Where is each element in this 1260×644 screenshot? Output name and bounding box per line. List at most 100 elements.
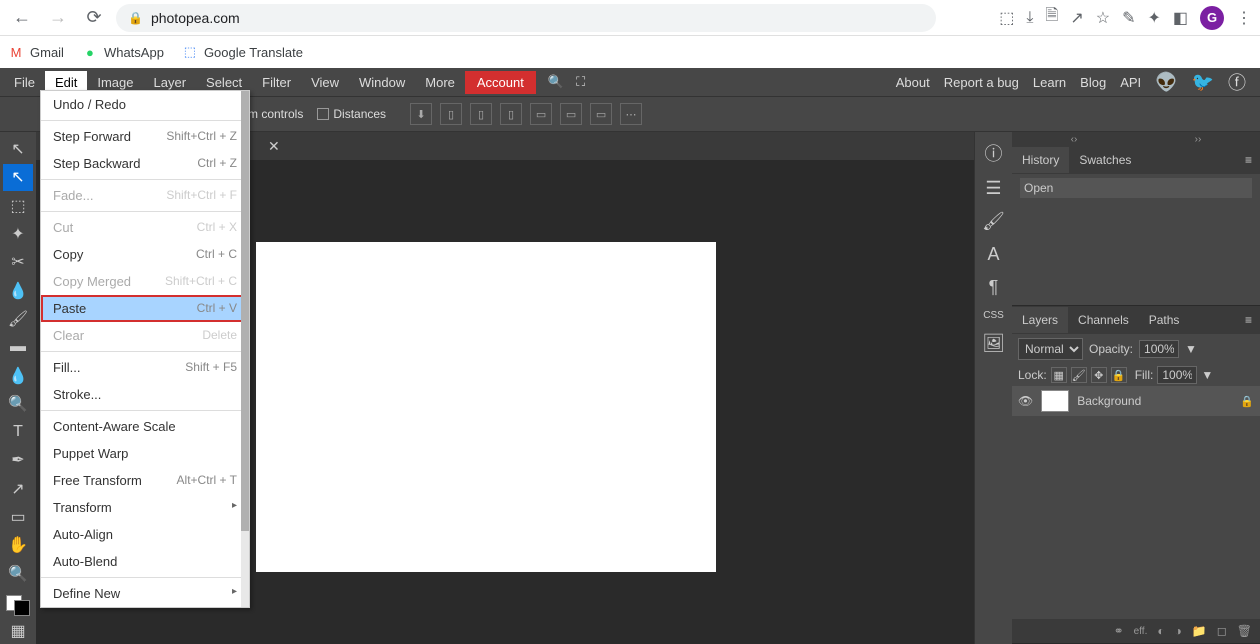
align-bottom-icon[interactable]: ▭: [590, 103, 612, 125]
text-tool[interactable]: T: [3, 419, 33, 445]
effects-icon[interactable]: eff.: [1134, 626, 1148, 637]
tab-history[interactable]: History: [1012, 147, 1069, 173]
menu-item-step-forward[interactable]: Step ForwardShift+Ctrl + Z: [41, 123, 249, 150]
bookmark-gmail[interactable]: M Gmail: [8, 44, 64, 60]
adjustments-panel-icon[interactable]: ☰: [985, 178, 1001, 199]
pen-tool[interactable]: ✒: [3, 447, 33, 473]
brush-panel-icon[interactable]: 🖌: [982, 211, 1005, 232]
menu-item-paste[interactable]: PasteCtrl + V: [41, 295, 249, 322]
fill-input[interactable]: [1157, 366, 1197, 384]
tab-swatches[interactable]: Swatches: [1069, 147, 1141, 173]
align-top-icon[interactable]: ▭: [530, 103, 552, 125]
crop-tool[interactable]: ✂: [3, 249, 33, 275]
quickmask-tool[interactable]: ▦: [3, 618, 33, 644]
tab-paths[interactable]: Paths: [1139, 307, 1190, 333]
history-item[interactable]: Open: [1020, 178, 1252, 198]
align-middle-icon[interactable]: ▭: [560, 103, 582, 125]
folder-icon[interactable]: 📁: [1192, 624, 1207, 638]
menu-item-fill-[interactable]: Fill...Shift + F5: [41, 354, 249, 381]
align-center-icon[interactable]: ▯: [470, 103, 492, 125]
mask-icon[interactable]: ◐: [1157, 624, 1164, 638]
tab-channels[interactable]: Channels: [1068, 307, 1139, 333]
link-about[interactable]: About: [896, 75, 930, 90]
bookmark-whatsapp[interactable]: ● WhatsApp: [82, 44, 164, 60]
menu-item-content-aware-scale[interactable]: Content-Aware Scale: [41, 413, 249, 440]
menu-view[interactable]: View: [301, 71, 349, 94]
forward-button[interactable]: →: [44, 4, 72, 32]
kebab-menu-icon[interactable]: ⋮: [1236, 8, 1252, 28]
distribute-icon[interactable]: ⋯: [620, 103, 642, 125]
paragraph-panel-icon[interactable]: ¶: [989, 277, 999, 298]
link-layers-icon[interactable]: ⚭: [1114, 624, 1124, 638]
image-panel-icon[interactable]: 🖼: [982, 333, 1005, 354]
new-layer-icon[interactable]: ◻: [1217, 624, 1227, 638]
menu-item-define-new[interactable]: Define New▸: [41, 580, 249, 607]
distances-option[interactable]: Distances: [317, 107, 386, 121]
hand-tool[interactable]: ✋: [3, 532, 33, 558]
search-icon[interactable]: 🔍: [548, 74, 564, 90]
facebook-icon[interactable]: ⓕ: [1228, 69, 1246, 95]
menu-item-auto-align[interactable]: Auto-Align: [41, 521, 249, 548]
menu-item-copy[interactable]: CopyCtrl + C: [41, 241, 249, 268]
share-icon[interactable]: ↗: [1070, 8, 1083, 28]
brush-tool[interactable]: 🖌: [3, 306, 33, 332]
gradient-tool[interactable]: ▬: [3, 334, 33, 360]
lock-position-icon[interactable]: ✥: [1091, 367, 1107, 383]
sidepanel-icon[interactable]: ◧: [1173, 8, 1188, 28]
menu-item-step-backward[interactable]: Step BackwardCtrl + Z: [41, 150, 249, 177]
lock-pixels-icon[interactable]: 🖌: [1071, 367, 1087, 383]
menu-item-transform[interactable]: Transform▸: [41, 494, 249, 521]
bookmark-star-icon[interactable]: ☆: [1096, 8, 1110, 28]
path-tool[interactable]: ↗: [3, 476, 33, 502]
link-blog[interactable]: Blog: [1080, 75, 1106, 90]
artboard-tool[interactable]: ↖: [3, 164, 33, 190]
adjustment-icon[interactable]: ◑: [1175, 624, 1182, 638]
link-api[interactable]: API: [1120, 75, 1141, 90]
menu-item-auto-blend[interactable]: Auto-Blend: [41, 548, 249, 575]
blend-mode-select[interactable]: Normal: [1018, 338, 1083, 360]
align-right-icon[interactable]: ▯: [500, 103, 522, 125]
visibility-icon[interactable]: 👁: [1018, 394, 1033, 408]
menu-account[interactable]: Account: [465, 71, 536, 94]
menu-window[interactable]: Window: [349, 71, 415, 94]
character-panel-icon[interactable]: A: [987, 244, 999, 265]
css-panel-icon[interactable]: CSS: [983, 310, 1004, 321]
background-color[interactable]: [14, 600, 30, 616]
lock-transparent-icon[interactable]: ▦: [1051, 367, 1067, 383]
extensions-icon[interactable]: ✦: [1147, 8, 1160, 28]
blur-tool[interactable]: 💧: [3, 362, 33, 388]
link-learn[interactable]: Learn: [1033, 75, 1066, 90]
avatar[interactable]: G: [1200, 6, 1224, 30]
twitter-icon[interactable]: 🐦: [1192, 72, 1214, 93]
shape-tool[interactable]: ▭: [3, 504, 33, 530]
delete-layer-icon[interactable]: 🗑: [1237, 624, 1252, 638]
reload-button[interactable]: ⟳: [80, 4, 108, 32]
eyedropper-tool[interactable]: 💧: [3, 277, 33, 303]
dropdown-scrollbar[interactable]: [241, 91, 249, 607]
menu-file[interactable]: File: [4, 71, 45, 94]
tab-layers[interactable]: Layers: [1012, 307, 1068, 333]
canvas[interactable]: [256, 242, 716, 572]
dodge-tool[interactable]: 🔍: [3, 391, 33, 417]
reddit-icon[interactable]: 👽: [1155, 72, 1177, 93]
tab-close-icon[interactable]: ✕: [258, 138, 290, 155]
menu-filter[interactable]: Filter: [252, 71, 301, 94]
eyedropper-icon[interactable]: ✎: [1122, 8, 1135, 28]
layers-panel-menu-icon[interactable]: ≡: [1237, 313, 1260, 327]
align-left-icon[interactable]: ▯: [440, 103, 462, 125]
menu-item-undo-redo[interactable]: Undo / Redo: [41, 91, 249, 118]
menu-item-stroke-[interactable]: Stroke...: [41, 381, 249, 408]
menu-more[interactable]: More: [415, 71, 465, 94]
opacity-input[interactable]: [1139, 340, 1179, 358]
wand-tool[interactable]: ✦: [3, 221, 33, 247]
zoom-tool[interactable]: 🔍: [3, 560, 33, 586]
lock-all-icon[interactable]: 🔒: [1111, 367, 1127, 383]
layer-thumbnail[interactable]: [1041, 390, 1069, 412]
move-tool[interactable]: ↖: [3, 136, 33, 162]
install-icon[interactable]: ⬚: [999, 8, 1014, 28]
url-bar[interactable]: 🔒 photopea.com: [116, 4, 936, 32]
download-icon[interactable]: ⤓: [1026, 9, 1033, 27]
bookmark-translate[interactable]: ⬚ Google Translate: [182, 44, 303, 60]
marquee-tool[interactable]: ⬚: [3, 193, 33, 219]
layer-row[interactable]: 👁 Background 🔒: [1012, 386, 1260, 416]
